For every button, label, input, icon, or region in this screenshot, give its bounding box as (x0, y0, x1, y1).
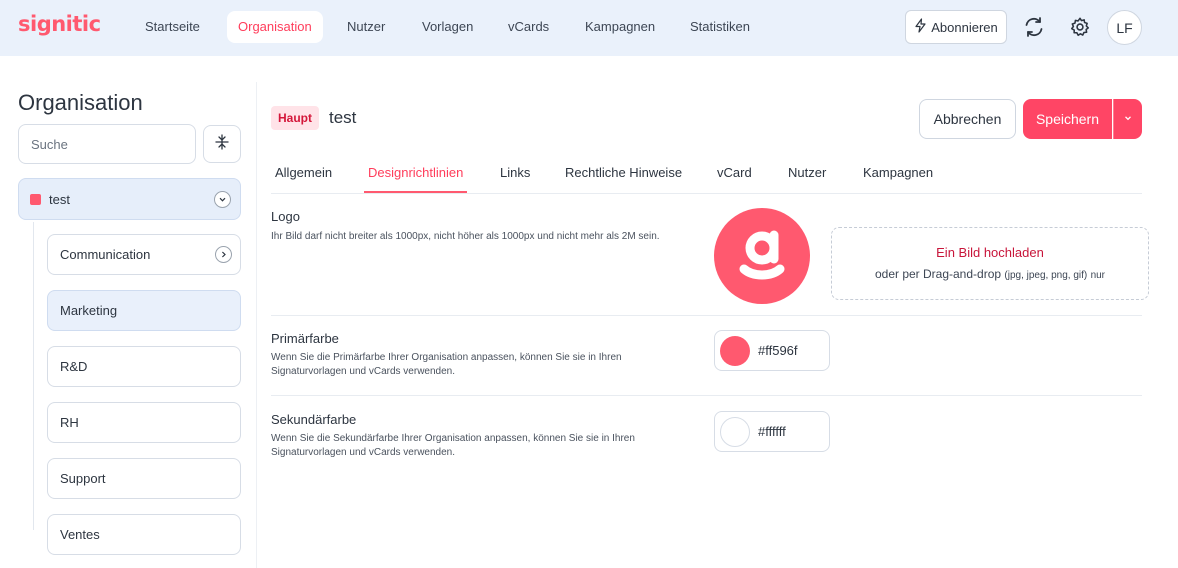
sidebar-item-label: RH (60, 415, 79, 430)
top-navigation: signitic Startseite Organisation Nutzer … (0, 0, 1178, 56)
page-title: test (329, 108, 357, 127)
chevron-right-icon[interactable] (215, 246, 232, 263)
primary-color-swatch[interactable] (720, 335, 750, 366)
nav-startseite[interactable]: Startseite (134, 11, 211, 43)
search-input[interactable] (18, 124, 196, 164)
tab-allgemein[interactable]: Allgemein (275, 165, 332, 180)
avatar[interactable]: LF (1107, 10, 1142, 45)
sidebar-item-ventes[interactable]: Ventes (47, 514, 241, 555)
sidebar-item-label: Communication (60, 247, 151, 262)
subscribe-button[interactable]: Abonnieren (905, 10, 1007, 44)
sidebar-divider (256, 82, 257, 568)
tab-vcard[interactable]: vCard (717, 165, 752, 180)
nav-nutzer[interactable]: Nutzer (336, 11, 396, 43)
tab-nutzer[interactable]: Nutzer (788, 165, 826, 180)
gear-icon[interactable] (1066, 13, 1094, 41)
secondary-color-title: Sekundärfarbe (271, 412, 357, 427)
tabs-divider (271, 193, 1142, 194)
sidebar-item-label: Ventes (60, 527, 100, 542)
collapse-tree-button[interactable] (203, 125, 241, 163)
primary-color-value[interactable]: #ff596f (758, 343, 798, 358)
logo-section-title: Logo (271, 209, 300, 224)
section-divider (271, 395, 1142, 396)
sidebar-item-support[interactable]: Support (47, 458, 241, 499)
sidebar-item-label: R&D (60, 359, 88, 374)
nav-vcards[interactable]: vCards (497, 11, 560, 43)
upload-title[interactable]: Ein Bild hochladen (832, 245, 1148, 260)
tab-rechtliche-hinweise[interactable]: Rechtliche Hinweise (565, 165, 682, 180)
org-color-square (30, 193, 41, 205)
organisation-logo (714, 208, 810, 304)
upload-hint-text: oder per Drag-and-drop (874, 267, 1002, 281)
chevron-down-icon (1123, 110, 1133, 128)
sidebar-item-root[interactable]: test (18, 178, 241, 220)
subscribe-label: Abonnieren (931, 19, 998, 35)
tree-line (33, 222, 34, 530)
secondary-color-value[interactable]: #ffffff (758, 424, 786, 439)
secondary-color-field[interactable]: #ffffff (714, 411, 830, 452)
logo-upload-dropzone[interactable]: Ein Bild hochladen oder per Drag-and-dro… (831, 227, 1149, 300)
primary-color-title: Primärfarbe (271, 331, 339, 346)
section-divider (271, 315, 1142, 316)
save-options-button[interactable] (1113, 99, 1142, 139)
sidebar-title: Organisation (18, 90, 143, 115)
cancel-button[interactable]: Abbrechen (919, 99, 1016, 139)
chevron-down-icon[interactable] (214, 191, 231, 208)
nav-kampagnen[interactable]: Kampagnen (574, 11, 666, 43)
sidebar-item-label: test (49, 191, 70, 207)
sidebar-item-rh[interactable]: RH (47, 402, 241, 443)
upload-suffix: nur (1090, 270, 1106, 281)
upload-hint: oder per Drag-and-drop (jpg, jpeg, png, … (832, 267, 1148, 281)
sidebar-item-label: Marketing (60, 303, 118, 318)
sidebar-item-communication[interactable]: Communication (47, 234, 241, 275)
nav-statistiken[interactable]: Statistiken (679, 11, 761, 43)
sync-icon[interactable] (1020, 13, 1048, 41)
primary-color-description: Wenn Sie die Primärfarbe Ihrer Organisat… (271, 352, 622, 377)
tab-designrichtlinien[interactable]: Designrichtlinien (368, 165, 463, 180)
nav-vorlagen[interactable]: Vorlagen (411, 11, 484, 43)
brand-logo[interactable]: signitic (18, 12, 101, 36)
save-button[interactable]: Speichern (1023, 99, 1112, 139)
sidebar-item-rd[interactable]: R&D (47, 346, 241, 387)
primary-color-field[interactable]: #ff596f (714, 330, 830, 371)
lightning-icon (914, 18, 927, 36)
tab-links[interactable]: Links (500, 165, 530, 180)
sidebar-item-label: Support (60, 471, 106, 486)
logo-section-description: Ihr Bild darf nicht breiter als 1000px, … (271, 231, 660, 242)
upload-formats: (jpg, jpeg, png, gif) (1004, 270, 1088, 281)
main-badge: Haupt (271, 106, 319, 130)
sidebar-item-marketing[interactable]: Marketing (47, 290, 241, 331)
collapse-icon (214, 133, 230, 155)
secondary-color-description: Wenn Sie die Sekundärfarbe Ihrer Organis… (271, 433, 635, 458)
nav-organisation[interactable]: Organisation (227, 11, 323, 43)
tab-kampagnen[interactable]: Kampagnen (863, 165, 933, 180)
secondary-color-swatch[interactable] (720, 416, 750, 447)
